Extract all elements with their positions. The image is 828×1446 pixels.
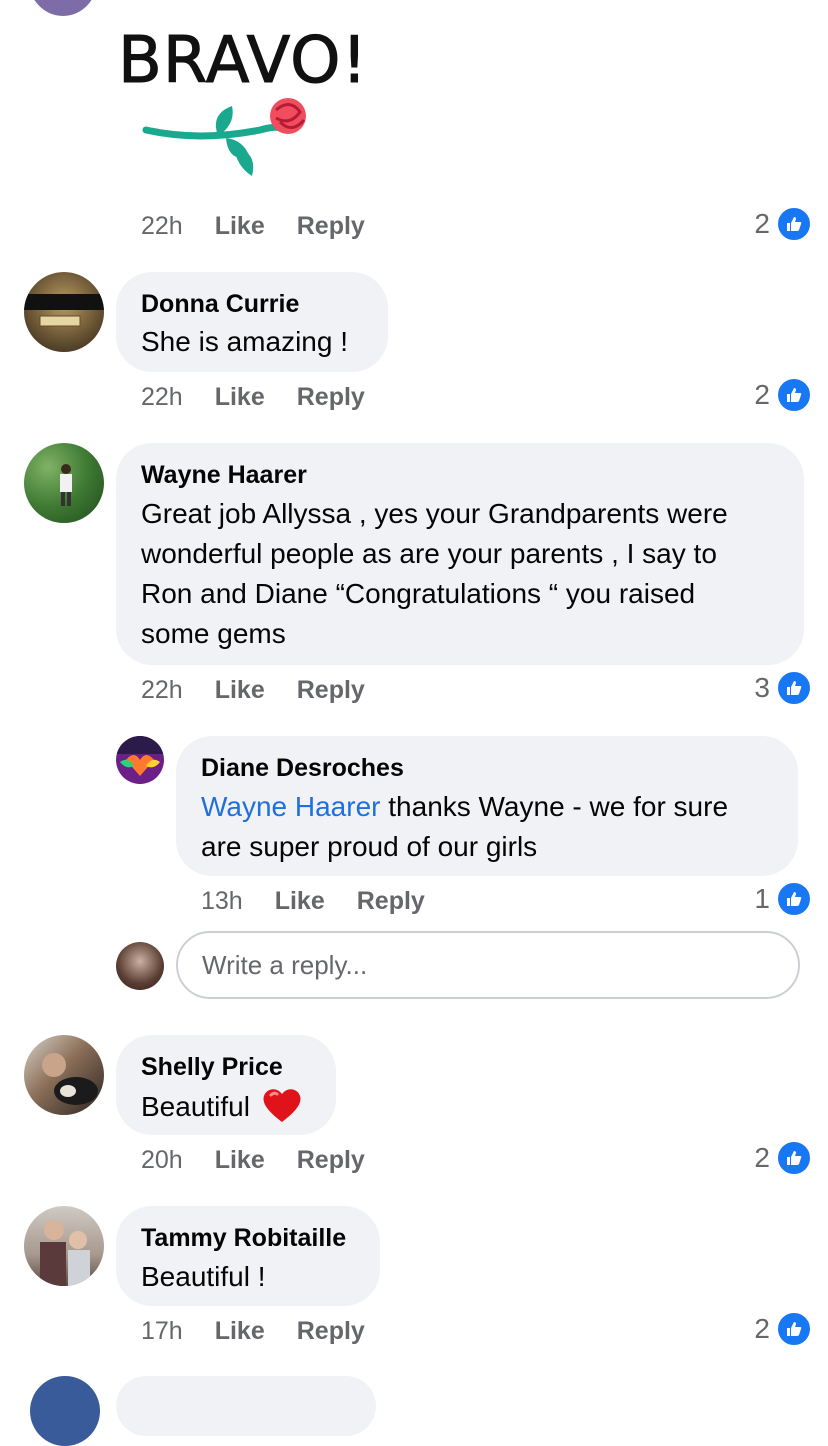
- comment-text: She is amazing !: [141, 326, 348, 357]
- reaction-number: 2: [754, 208, 770, 239]
- like-button[interactable]: Like: [275, 887, 325, 915]
- comment-line: Great job Allyssa , yes your Grandparent…: [141, 498, 728, 529]
- reaction-number: 3: [754, 672, 770, 703]
- comment-time: 22h: [141, 676, 183, 704]
- comment-author[interactable]: Shelly Price: [141, 1053, 283, 1082]
- comment-line: wonderful people as are your parents , I…: [141, 538, 717, 569]
- couple-icon: [40, 1220, 90, 1286]
- avatar[interactable]: [30, 1376, 100, 1446]
- reply-button[interactable]: Reply: [297, 1317, 365, 1345]
- reply-button[interactable]: Reply: [357, 887, 425, 915]
- avatar[interactable]: [24, 272, 104, 352]
- comment-text: Beautiful: [141, 1086, 302, 1127]
- thumbs-up-icon: [776, 670, 812, 706]
- comment-meta: 22h Like Reply: [141, 383, 365, 412]
- reaction-count[interactable]: 1: [754, 881, 812, 917]
- avatar[interactable]: [24, 443, 104, 523]
- love-wins-logo-icon: [116, 736, 164, 776]
- reaction-count[interactable]: 2: [754, 1140, 812, 1176]
- like-button[interactable]: Like: [215, 383, 265, 411]
- badge-icon: [24, 294, 104, 327]
- reaction-number: 2: [754, 379, 770, 410]
- reply-button[interactable]: Reply: [297, 212, 365, 240]
- reaction-number: 2: [754, 1313, 770, 1344]
- reply-text: Wayne Haarer thanks Wayne - we for sure …: [201, 787, 791, 867]
- reply-meta: 13h Like Reply: [201, 887, 425, 916]
- comment-time: 22h: [141, 383, 183, 411]
- comment-time: 17h: [141, 1317, 183, 1345]
- comment-meta: 20h Like Reply: [141, 1146, 365, 1175]
- like-button[interactable]: Like: [215, 212, 265, 240]
- reaction-count[interactable]: 3: [754, 670, 812, 706]
- avatar[interactable]: [28, 0, 98, 16]
- current-user-avatar: [116, 942, 164, 990]
- comment-meta: 22h Like Reply: [141, 676, 365, 705]
- thumbs-up-icon: [776, 881, 812, 917]
- comment-meta: 22h Like Reply: [141, 212, 365, 241]
- like-button[interactable]: Like: [215, 1146, 265, 1174]
- reply-button[interactable]: Reply: [297, 676, 365, 704]
- comment-time: 20h: [141, 1146, 183, 1174]
- comment-author[interactable]: Donna Currie: [141, 290, 299, 319]
- reply-input-placeholder: Write a reply...: [202, 950, 368, 980]
- comment-line: some gems: [141, 618, 286, 649]
- comment-text-part: Beautiful: [141, 1091, 250, 1122]
- reply-text-line: are super proud of our girls: [201, 831, 538, 862]
- reply-author[interactable]: Diane Desroches: [201, 754, 404, 783]
- avatar[interactable]: [116, 736, 164, 784]
- person-icon: [60, 464, 72, 506]
- reply-button[interactable]: Reply: [297, 383, 365, 411]
- person-with-dog-icon: [42, 1053, 98, 1105]
- comment-text: Great job Allyssa , yes your Grandparent…: [141, 494, 791, 654]
- thumbs-up-icon: [776, 1140, 812, 1176]
- reply-text-part: thanks Wayne - we for sure: [380, 791, 729, 822]
- comment-text: Beautiful !: [141, 1261, 266, 1292]
- thumbs-up-icon: [776, 206, 812, 242]
- reaction-number: 2: [754, 1142, 770, 1173]
- bravo-sticker: BRAVO!: [112, 24, 368, 176]
- comment-line: Ron and Diane “Congratulations “ you rai…: [141, 578, 696, 609]
- comment-time: 22h: [141, 212, 183, 240]
- red-heart-icon: [263, 1089, 301, 1122]
- thumbs-up-icon: [776, 377, 812, 413]
- reaction-count[interactable]: 2: [754, 377, 812, 413]
- avatar[interactable]: [24, 1206, 104, 1286]
- comment-author[interactable]: Wayne Haarer: [141, 461, 307, 490]
- like-button[interactable]: Like: [215, 1317, 265, 1345]
- mention-link[interactable]: Wayne Haarer: [201, 791, 380, 822]
- sticker-text: BRAVO!: [117, 24, 369, 99]
- reply-button[interactable]: Reply: [297, 1146, 365, 1174]
- comment-author[interactable]: Tammy Robitaille: [141, 1224, 346, 1253]
- reply-input[interactable]: Write a reply...: [176, 931, 800, 999]
- avatar[interactable]: [24, 1035, 104, 1115]
- reply-time: 13h: [201, 887, 243, 915]
- like-button[interactable]: Like: [215, 676, 265, 704]
- comment-meta: 17h Like Reply: [141, 1317, 365, 1346]
- thumbs-up-icon: [776, 1311, 812, 1347]
- reaction-count[interactable]: 2: [754, 206, 812, 242]
- rose-icon: [142, 98, 306, 176]
- comment-bubble: [116, 1376, 376, 1436]
- reaction-count[interactable]: 2: [754, 1311, 812, 1347]
- reaction-number: 1: [754, 883, 770, 914]
